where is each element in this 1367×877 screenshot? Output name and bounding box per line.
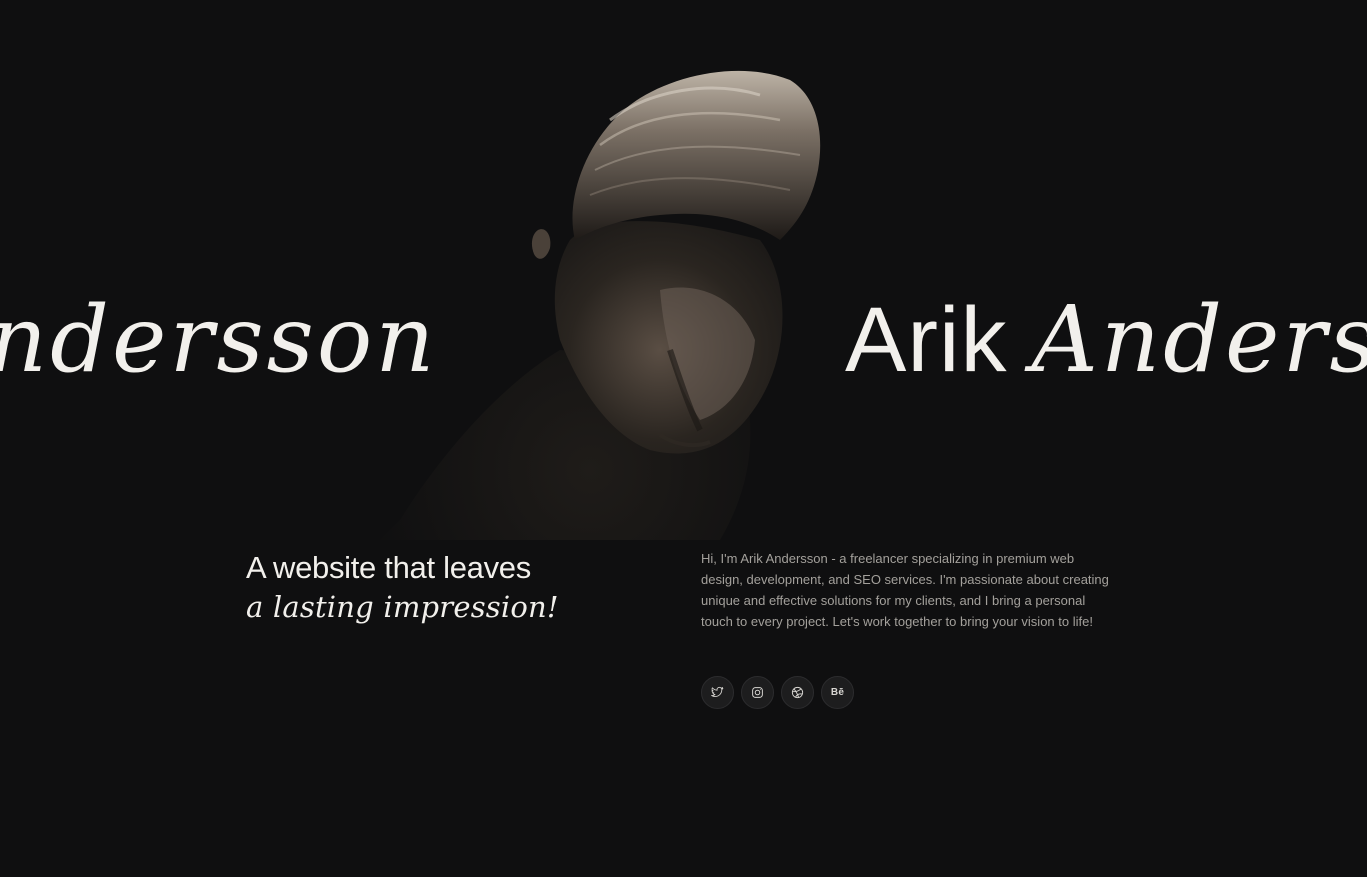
- behance-button[interactable]: Bē: [821, 676, 854, 709]
- tagline: A website that leaves a lasting impressi…: [246, 548, 626, 626]
- name-marquee: Arik Andersson Arik Andersson: [0, 280, 1367, 400]
- social-links: Bē: [701, 676, 854, 709]
- twitter-icon: [711, 686, 724, 697]
- twitter-button[interactable]: [701, 676, 734, 709]
- dribbble-icon: [791, 686, 804, 699]
- behance-icon: Bē: [830, 687, 845, 698]
- name-last: Andersson: [1031, 286, 1367, 393]
- name-marquee-item: Arik Andersson: [845, 280, 1367, 400]
- name-last: Andersson: [0, 286, 438, 393]
- tagline-line2: a lasting impression!: [246, 590, 559, 624]
- name-marquee-item: Arik Andersson: [0, 280, 438, 400]
- instagram-icon: [752, 687, 763, 698]
- instagram-button[interactable]: [741, 676, 774, 709]
- name-first: Arik: [845, 289, 1008, 391]
- hero-section: Arik Andersson Arik Andersson A website …: [0, 0, 1367, 877]
- tagline-line1: A website that leaves: [246, 550, 531, 585]
- dribbble-button[interactable]: [781, 676, 814, 709]
- intro-paragraph: Hi, I'm Arik Andersson - a freelancer sp…: [701, 551, 1109, 629]
